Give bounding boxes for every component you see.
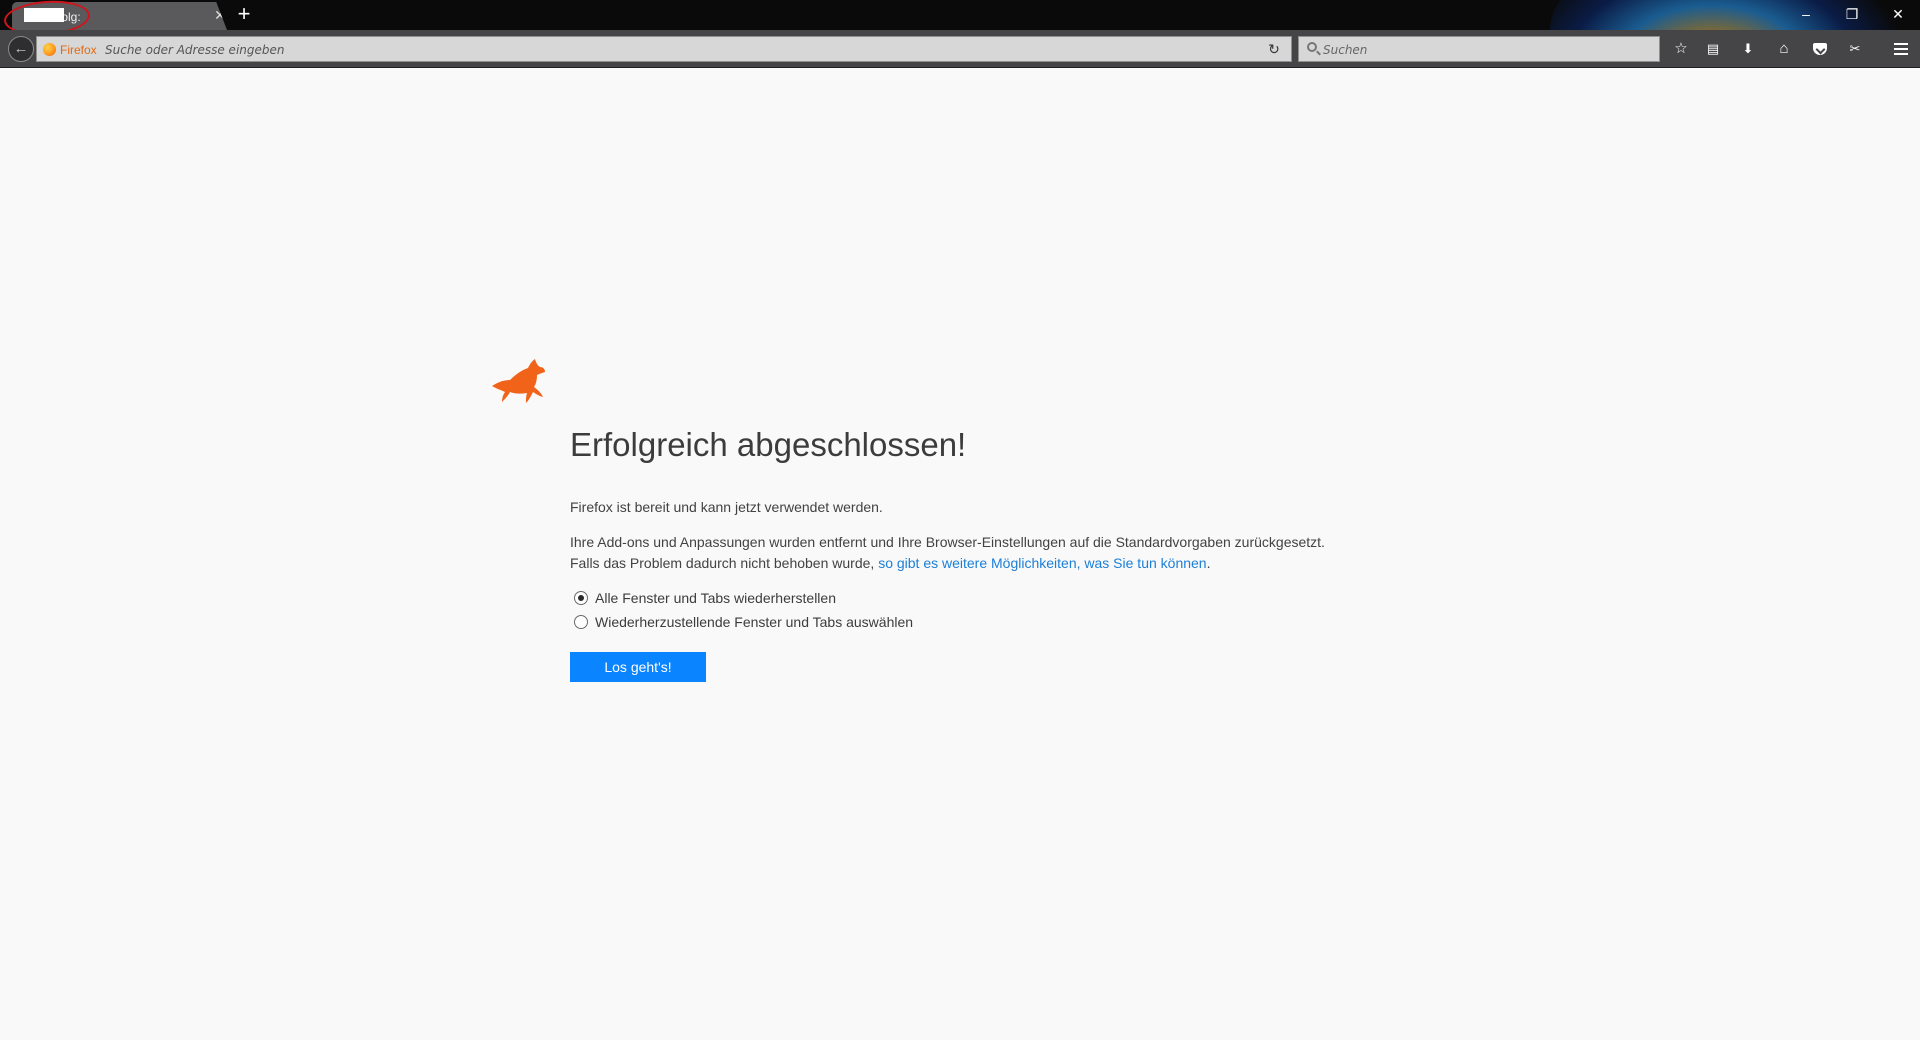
new-tab-button[interactable]: + xyxy=(234,3,254,25)
radio-button-unchecked[interactable] xyxy=(574,615,588,629)
identity-label[interactable]: Firefox xyxy=(60,43,97,57)
tools-icon[interactable]: ✂ xyxy=(1843,38,1867,60)
radio-label-choose-windows[interactable]: Wiederherzustellende Fenster und Tabs au… xyxy=(595,614,913,630)
reset-description-end: . xyxy=(1206,555,1211,571)
page-title: Erfolgreich abgeschlossen! xyxy=(570,426,967,463)
firefox-logo-icon xyxy=(43,43,56,56)
reading-list-icon[interactable]: ▤ xyxy=(1701,38,1725,60)
close-window-button[interactable]: ✕ xyxy=(1878,0,1918,28)
more-options-link[interactable]: so gibt es weitere Möglichkeiten, was Si… xyxy=(878,555,1206,571)
lets-go-button[interactable]: Los geht's! xyxy=(570,652,706,682)
restore-button[interactable]: ❐ xyxy=(1832,0,1872,28)
url-input[interactable] xyxy=(105,40,1245,60)
star-bookmark-icon[interactable]: ☆ xyxy=(1669,38,1693,60)
firefox-fox-illustration xyxy=(492,359,545,403)
reload-icon[interactable]: ↻ xyxy=(1265,40,1283,58)
download-icon[interactable]: ⬇ xyxy=(1736,38,1760,60)
radio-button-checked[interactable] xyxy=(574,591,588,605)
ready-message: Firefox ist bereit und kann jetzt verwen… xyxy=(570,499,883,515)
back-button[interactable]: ← xyxy=(8,36,34,62)
home-icon[interactable]: ⌂ xyxy=(1772,38,1796,60)
radio-label-restore-all[interactable]: Alle Fenster und Tabs wiederherstellen xyxy=(595,590,836,606)
navigation-toolbar: ← Firefox ↻ ☆ ▤ ⬇ ⌂ ✂ xyxy=(0,30,1920,68)
hamburger-menu-icon[interactable] xyxy=(1889,38,1913,60)
url-bar[interactable]: Firefox ↻ xyxy=(36,36,1292,62)
tab-close-icon[interactable]: ✕ xyxy=(212,7,227,23)
search-input[interactable] xyxy=(1323,40,1643,60)
reset-description: Ihre Add-ons und Anpassungen wurden entf… xyxy=(570,532,1350,574)
tab-strip: folg: ✕ + – ❐ ✕ xyxy=(0,0,1920,30)
pocket-icon[interactable] xyxy=(1808,38,1832,60)
minimize-button[interactable]: – xyxy=(1786,0,1826,28)
search-bar[interactable] xyxy=(1298,36,1660,62)
search-icon xyxy=(1307,42,1317,52)
